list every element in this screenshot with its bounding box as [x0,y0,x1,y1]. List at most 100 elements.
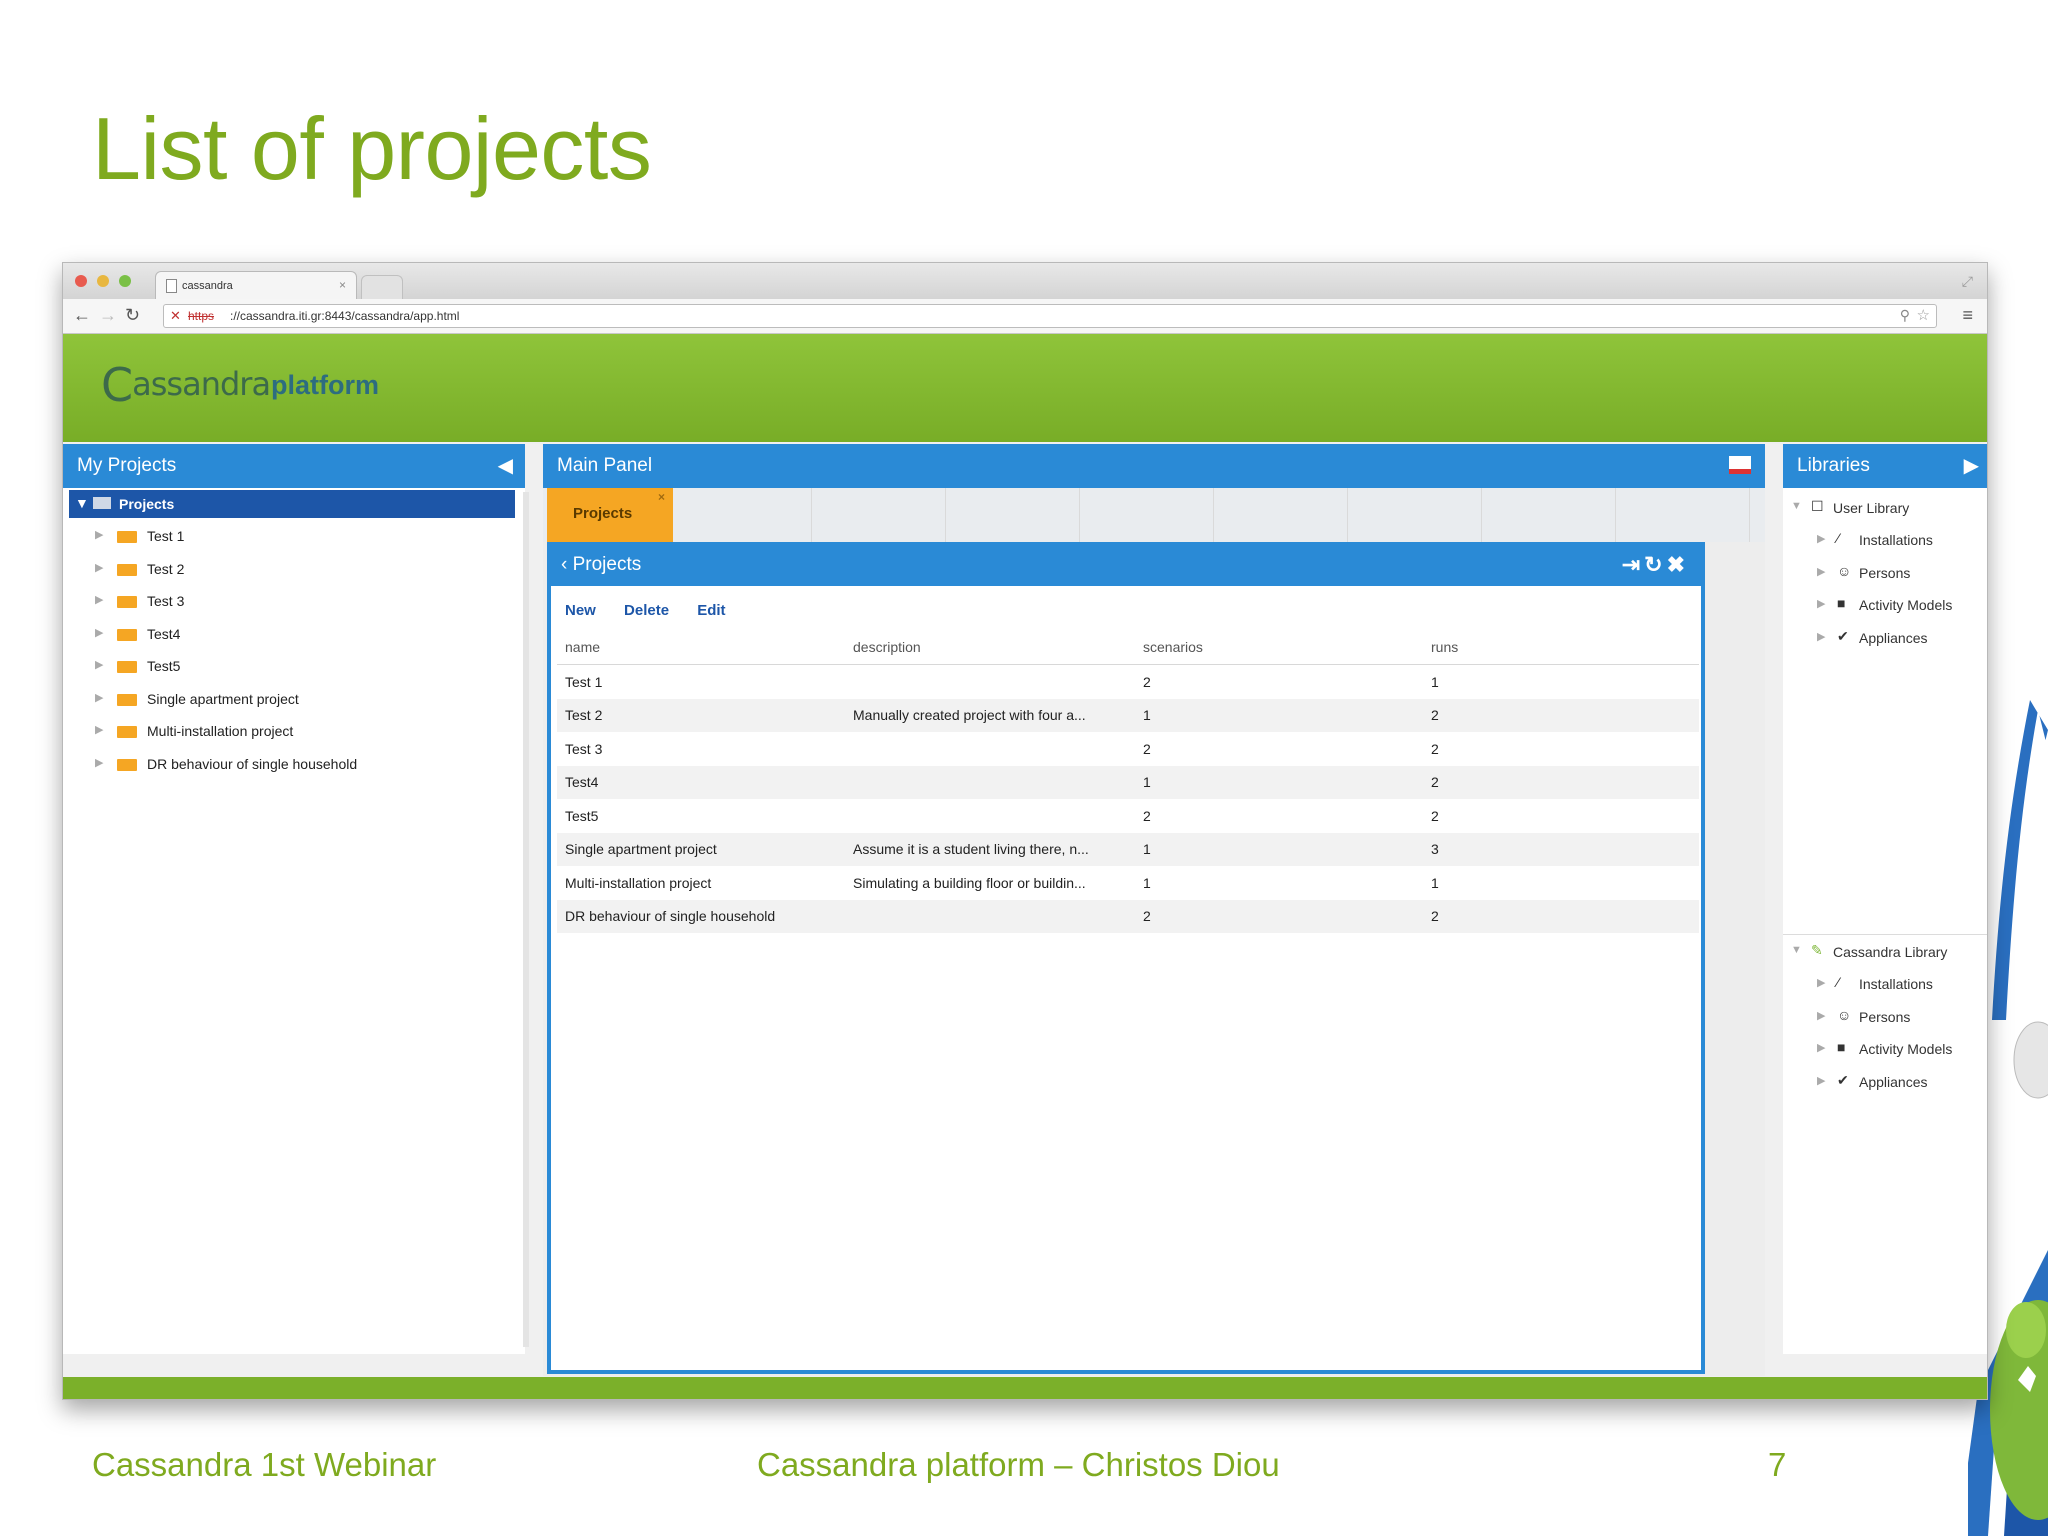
table-row[interactable]: Test 1 2 1 [557,665,1699,699]
expand-arrow-icon[interactable]: ▶ [95,658,103,671]
collapse-left-icon[interactable]: ◀ [498,444,513,488]
column-header-scenarios[interactable]: scenarios [1135,630,1423,665]
cell-runs: 2 [1431,740,1439,757]
maximize-window-button[interactable] [119,275,131,287]
cassandra-library-label: Cassandra Library [1833,944,1948,960]
expand-arrow-icon[interactable]: ▶ [95,528,103,541]
tree-item[interactable]: ▶ Test 1 [95,522,495,552]
table-row[interactable]: Test4 1 2 [557,765,1699,799]
tree-item-label: Test 2 [147,560,185,577]
persons-icon: ☺ [1837,1006,1852,1023]
reload-icon[interactable]: ↻ [125,305,140,326]
empty-tab-slot [811,488,946,542]
main-tabstrip: Projects × [543,488,1765,542]
main-panel: Main Panel Projects × ‹ Projects ⇥↻✖ New [543,444,1765,1376]
expand-arrow-icon[interactable]: ▶ [95,691,103,704]
expand-arrow-icon[interactable]: ▶ [95,756,103,769]
logo-subtitle: platform [271,370,379,400]
table-header-row: name description scenarios runs [557,630,1699,665]
expand-arrow-icon[interactable]: ▶ [1817,1009,1825,1022]
folder-icon [117,563,137,576]
expand-arrow-icon[interactable]: ▶ [95,593,103,606]
browser-menu-icon[interactable]: ≡ [1962,305,1973,326]
projects-window-title[interactable]: ‹ Projects [561,554,641,575]
cell-description [845,799,1135,833]
tree-item[interactable]: ▶ Multi-installation project [95,717,495,747]
projects-window-header: ‹ Projects ⇥↻✖ [551,546,1701,586]
cell-scenarios: 2 [1143,807,1151,824]
expand-arrow-icon[interactable]: ▶ [1817,976,1825,989]
tree-root-label: Projects [119,496,175,512]
table-row[interactable]: Test5 2 2 [557,799,1699,833]
address-bar[interactable]: ✕ https ://cassandra.iti.gr:8443/cassand… [163,304,1937,328]
new-button[interactable]: New [565,602,596,619]
expand-arrow-icon[interactable]: ▶ [1817,532,1825,545]
slide-title: List of projects [92,99,652,198]
expand-arrow-icon[interactable]: ▶ [1817,597,1825,610]
collapse-right-icon[interactable]: ▶ [1964,444,1979,488]
main-panel-title: Main Panel [557,455,653,476]
browser-window: cassandra × ⤢ ← → ↻ ✕ https ://cassandra… [62,262,1988,1400]
column-header-description[interactable]: description [845,630,1135,665]
expand-arrow-icon[interactable]: ▶ [1817,565,1825,578]
pin-icon[interactable]: ⇥ [1622,552,1644,577]
refresh-icon[interactable]: ↻ [1644,552,1666,577]
expand-arrow-icon[interactable]: ▼ [1791,944,1802,956]
expand-arrow-icon[interactable]: ▼ [75,495,89,511]
expand-arrow-icon[interactable]: ▶ [1817,630,1825,643]
tree-item[interactable]: ▶ Single apartment project [95,685,495,715]
flag-icon[interactable] [1729,456,1751,474]
empty-tab-slot [1481,488,1616,542]
expand-arrow-icon[interactable]: ▶ [95,561,103,574]
expand-arrow-icon[interactable]: ▼ [1791,500,1802,512]
tree-item[interactable]: ▶ Test 3 [95,587,495,617]
folder-icon [117,628,137,641]
column-header-runs[interactable]: runs [1423,630,1699,665]
zoom-icon[interactable]: ⚲ [1900,307,1910,324]
empty-tab-slot [1213,488,1348,542]
expand-arrow-icon[interactable]: ▶ [95,723,103,736]
column-header-name[interactable]: name [557,630,845,665]
minimize-window-button[interactable] [97,275,109,287]
close-tab-icon[interactable]: × [658,490,665,504]
forward-arrow-icon[interactable]: → [99,305,117,326]
libraries-divider [1783,934,1987,935]
table-row[interactable]: Test 2 Manually created project with four… [557,698,1699,732]
tab-projects[interactable]: Projects × [547,488,673,542]
tree-root-projects[interactable]: ▼ Projects [69,490,515,518]
window-tools: ⇥↻✖ [1622,546,1689,584]
tree-item[interactable]: ▶ Test 2 [95,555,495,585]
activity-models-icon: ■ [1837,1039,1846,1055]
cell-description: Assume it is a student living there, n..… [845,832,1135,866]
browser-toolbar: ← → ↻ ✕ https ://cassandra.iti.gr:8443/c… [63,299,1987,334]
empty-tab-slot [1615,488,1750,542]
library-item-label: Installations [1859,532,1933,548]
folder-icon [117,596,137,608]
url-path: ://cassandra.iti.gr:8443/cassandra/app.h… [230,309,460,323]
table-row[interactable]: Single apartment project Assume it is a s… [557,832,1699,866]
url-scheme: https [188,309,215,323]
close-icon[interactable]: ✖ [1667,552,1689,577]
fullscreen-icon[interactable]: ⤢ [1962,273,1973,290]
tree-item[interactable]: ▶ DR behaviour of single household [95,750,495,780]
tree-item[interactable]: ▶ Test4 [95,620,495,650]
edit-button[interactable]: Edit [697,602,725,619]
bookmark-star-icon[interactable]: ☆ [1917,306,1930,324]
library-item-label: Persons [1859,564,1911,581]
table-row[interactable]: Test 3 2 2 [557,732,1699,766]
expand-arrow-icon[interactable]: ▶ [95,626,103,639]
expand-arrow-icon[interactable]: ▶ [1817,1074,1825,1087]
close-window-button[interactable] [75,275,87,287]
new-tab-button[interactable] [361,275,403,300]
browser-tab[interactable]: cassandra × [155,271,357,300]
cell-scenarios: 1 [1135,832,1423,866]
close-tab-icon[interactable]: × [339,278,346,292]
back-arrow-icon[interactable]: ← [73,305,91,326]
table-row[interactable]: Multi-installation project Simulating a b… [557,866,1699,900]
cell-description [845,899,1135,933]
expand-arrow-icon[interactable]: ▶ [1817,1041,1825,1054]
delete-button[interactable]: Delete [624,602,669,619]
vertical-scrollbar[interactable] [523,492,529,1347]
table-row[interactable]: DR behaviour of single household 2 2 [557,899,1699,933]
tree-item[interactable]: ▶ Test5 [95,652,495,682]
